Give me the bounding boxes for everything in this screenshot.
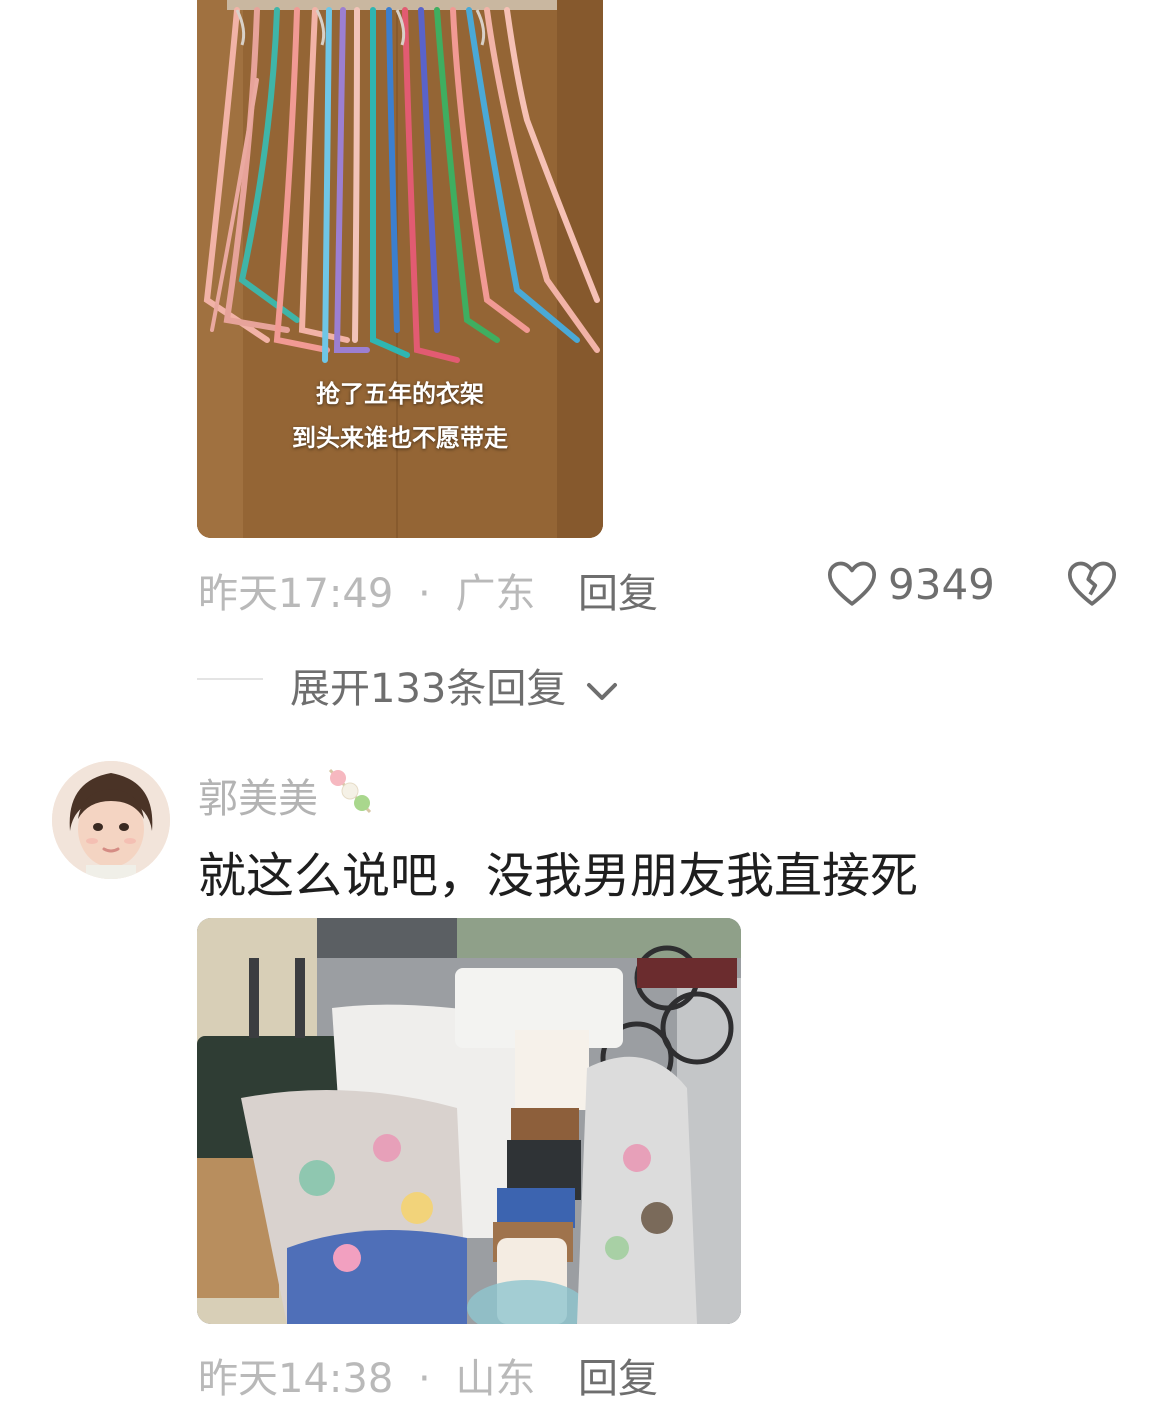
heart-outline-icon[interactable]: [824, 556, 880, 612]
candy-skewer-icon: [322, 766, 378, 816]
expand-replies-button[interactable]: 展开133条回复: [290, 656, 619, 714]
comment-meta: 昨天14:38 · 山东: [198, 1346, 535, 1404]
meta-separator: ·: [418, 571, 431, 617]
comment-meta: 昨天17:49 · 广东: [198, 561, 535, 619]
image-caption-line1: 抢了五年的衣架: [316, 380, 484, 408]
expand-divider: [197, 678, 263, 680]
comment-time: 昨天17:49: [198, 571, 394, 617]
comment-location: 山东: [455, 1356, 536, 1402]
comment-location: 广东: [455, 571, 536, 617]
comment-image-luggage[interactable]: [197, 918, 741, 1324]
username[interactable]: 郭美美: [198, 766, 318, 824]
luggage-illustration: [197, 918, 741, 1324]
image-caption-line2: 到头来谁也不愿带走: [292, 424, 508, 452]
comment-time: 昨天14:38: [198, 1356, 394, 1402]
reply-button[interactable]: 回复: [578, 561, 658, 619]
comment-text: 就这么说吧，没我男朋友我直接死: [198, 848, 919, 904]
meta-separator: ·: [418, 1356, 431, 1402]
avatar[interactable]: [52, 761, 170, 879]
reply-button[interactable]: 回复: [578, 1346, 658, 1404]
expand-replies-label: 展开133条回复: [290, 666, 567, 712]
like-count: 9349: [888, 560, 995, 609]
hangers-illustration: [197, 0, 603, 538]
chevron-down-icon: [585, 668, 619, 714]
comment-image-hangers[interactable]: 抢了五年的衣架 到头来谁也不愿带走: [197, 0, 603, 538]
broken-heart-icon[interactable]: [1064, 556, 1120, 612]
